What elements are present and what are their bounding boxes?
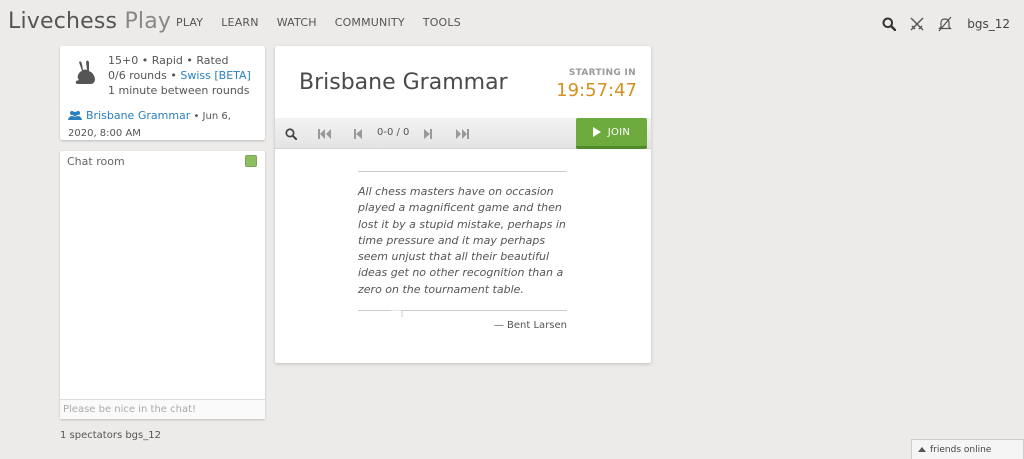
team-line: Brisbane Grammar • Jun 6, 2020, 8:00 AM: [68, 108, 260, 141]
header-actions: bgs_12: [875, 12, 1024, 36]
friends-online-toggle[interactable]: friends online: [911, 439, 1024, 459]
countdown-clock: 19:57:47: [556, 80, 637, 101]
rounds-count: 0/6 rounds •: [108, 69, 177, 82]
main-nav: PLAY LEARN WATCH COMMUNITY TOOLS: [176, 16, 479, 29]
quote-notch: [390, 310, 403, 317]
username-link[interactable]: bgs_12: [967, 17, 1010, 31]
chat-title: Chat room: [67, 155, 125, 168]
spectators-count: 1 spectators bgs_12: [60, 430, 161, 441]
crossed-swords-icon[interactable]: [903, 12, 931, 36]
chevron-up-icon: [918, 447, 926, 452]
nav-community[interactable]: COMMUNITY: [335, 16, 405, 29]
team-icon: [68, 110, 82, 126]
tournament-info-box: 15+0 • Rapid • Rated 0/6 rounds • Swiss …: [60, 46, 265, 140]
time-control: 15+0 • Rapid • Rated: [108, 54, 229, 67]
nav-tools[interactable]: TOOLS: [423, 16, 461, 29]
next-page-icon[interactable]: [424, 125, 432, 142]
tournament-panel: Brisbane Grammar STARTING IN 19:57:47 0-…: [275, 46, 651, 363]
nav-watch[interactable]: WATCH: [277, 16, 317, 29]
nav-play[interactable]: PLAY: [176, 16, 203, 29]
quote-top-rule: [358, 171, 567, 172]
chat-input[interactable]: [60, 399, 265, 419]
join-button[interactable]: JOIN: [576, 118, 647, 149]
play-icon: [592, 127, 601, 137]
friends-label: friends online: [930, 444, 992, 455]
first-page-icon[interactable]: [318, 125, 332, 142]
quote-text: All chess masters have on occasion playe…: [358, 185, 566, 296]
last-page-icon[interactable]: [455, 125, 469, 142]
team-link[interactable]: Brisbane Grammar: [86, 109, 190, 122]
search-icon[interactable]: [875, 12, 903, 36]
site-name: Livechess: [8, 9, 118, 34]
site-suffix: Play: [124, 9, 172, 34]
page-count: 0-0 / 0: [377, 127, 410, 138]
format-link[interactable]: Swiss [BETA]: [180, 69, 250, 82]
top-header: Livechess Play PLAY LEARN WATCH COMMUNIT…: [0, 0, 1024, 46]
previous-page-icon[interactable]: [354, 125, 362, 142]
quote-author: — Bent Larsen: [493, 320, 567, 331]
join-label: JOIN: [607, 126, 631, 138]
site-logo[interactable]: Livechess Play: [8, 9, 171, 34]
rounds-line: 0/6 rounds • Swiss [BETA]: [108, 68, 251, 83]
nav-learn[interactable]: LEARN: [221, 16, 258, 29]
chat-room: Chat room: [60, 151, 265, 419]
tournament-details: 15+0 • Rapid • Rated 0/6 rounds • Swiss …: [108, 53, 251, 98]
search-players-icon[interactable]: [285, 125, 297, 142]
tournament-title: Brisbane Grammar: [299, 70, 508, 95]
between-rounds: 1 minute between rounds: [108, 84, 250, 97]
bell-slash-icon[interactable]: [931, 12, 959, 36]
rabbit-icon: [70, 58, 100, 88]
chat-toggle[interactable]: [245, 155, 257, 167]
starting-label: STARTING IN: [568, 68, 636, 78]
